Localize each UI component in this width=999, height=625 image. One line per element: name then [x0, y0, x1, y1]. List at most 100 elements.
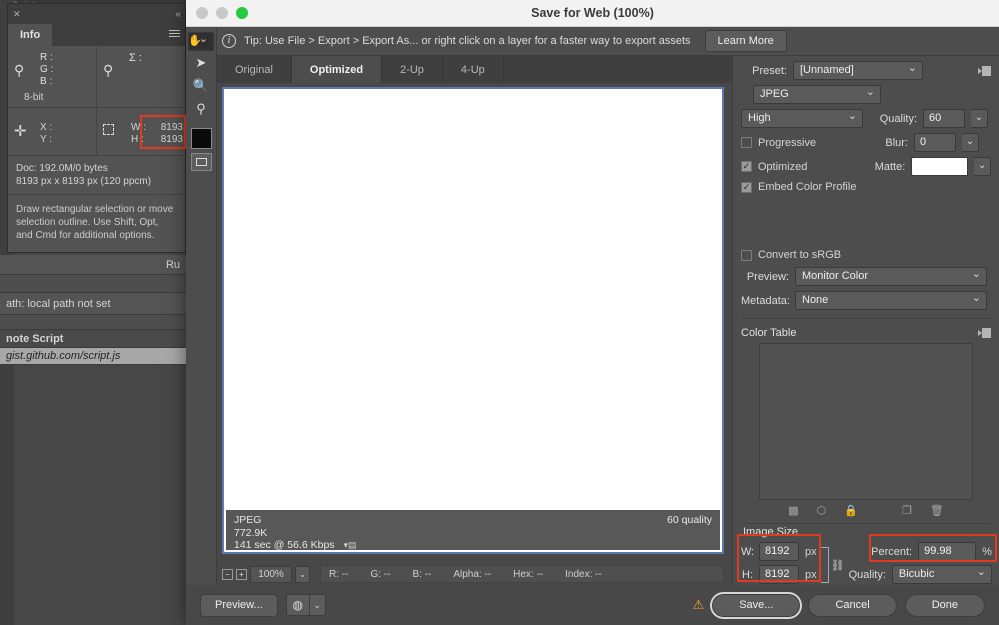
- preview-button[interactable]: Preview...: [200, 594, 278, 617]
- preset-flyout-menu-icon[interactable]: [978, 66, 991, 76]
- info-rgb-cell: ⚲ R : G : B : 8-bit: [8, 46, 96, 107]
- tab-optimized[interactable]: Optimized: [292, 56, 382, 83]
- quality-label: Quality:: [869, 113, 917, 125]
- image-preview-canvas[interactable]: JPEG 772.9K 141 sec @ 56.6 Kbps ▾▤ 60 qu…: [222, 87, 724, 554]
- metadata-dropdown[interactable]: None: [795, 291, 987, 310]
- info-secondary-cell: ⚲ Σ :: [96, 46, 185, 107]
- color-table-flyout-menu-icon[interactable]: [978, 328, 991, 338]
- collapse-chevrons-icon[interactable]: «: [175, 9, 180, 20]
- matte-color-swatch[interactable]: [911, 157, 968, 176]
- constrain-bracket: [821, 547, 829, 583]
- optimized-row: ✓ Optimized Matte: ⌄: [741, 157, 991, 176]
- height-label: H:: [741, 569, 753, 581]
- color-table-title: Color Table: [741, 327, 796, 339]
- compression-row: High Quality: 60 ⌄: [741, 109, 991, 128]
- preset-dropdown[interactable]: [Unnamed]: [793, 61, 923, 80]
- eyedropper-icon: ⚲: [103, 62, 113, 79]
- eyedropper-tool[interactable]: ⚲: [190, 98, 213, 120]
- panel-menu-icon[interactable]: [169, 30, 180, 39]
- settings-divider: [741, 318, 991, 319]
- preview-area: JPEG 772.9K 141 sec @ 56.6 Kbps ▾▤ 60 qu…: [222, 87, 724, 554]
- color-table-toolbar: ▩ ⬡ 🔒 ❐ 🗑: [741, 500, 991, 519]
- dialog-titlebar: Save for Web (100%): [186, 0, 999, 27]
- trash-icon[interactable]: 🗑: [930, 504, 944, 517]
- save-button[interactable]: Save...: [712, 594, 800, 617]
- optimized-checkbox[interactable]: ✓: [741, 161, 752, 172]
- cube-icon[interactable]: ⬡: [817, 504, 827, 517]
- slice-select-tool[interactable]: ➤: [190, 52, 213, 74]
- browser-preview-icon[interactable]: ◍: [286, 594, 310, 616]
- close-icon[interactable]: ✕: [13, 9, 21, 20]
- info-doc-line1: Doc: 192.0M/0 bytes: [16, 162, 177, 175]
- info-wh-cell: W : H : 8193 8193: [96, 108, 185, 155]
- web-snap-icon[interactable]: ▩: [788, 504, 798, 517]
- info-circle-icon: i: [222, 34, 236, 48]
- info-panel-titlebar: ✕ «: [8, 4, 185, 24]
- width-unit: px: [805, 546, 817, 558]
- file-format-dropdown[interactable]: JPEG: [753, 85, 881, 104]
- progressive-label: Progressive: [758, 137, 866, 149]
- overlay-menu-icon[interactable]: ▾▤: [343, 539, 356, 552]
- image-size-title: Image Size: [743, 526, 991, 538]
- tip-text: Tip: Use File > Export > Export As... or…: [244, 35, 691, 47]
- height-row: H: 8192 px: [741, 565, 817, 584]
- matte-stepper-icon[interactable]: ⌄: [974, 157, 991, 176]
- tab-2up[interactable]: 2-Up: [382, 56, 443, 83]
- progressive-checkbox[interactable]: ✓: [741, 137, 752, 148]
- percent-input[interactable]: 99.98: [918, 542, 976, 561]
- info-panel-tabs: Info: [8, 24, 185, 46]
- tab-4up[interactable]: 4-Up: [443, 56, 504, 83]
- tab-original[interactable]: Original: [217, 56, 292, 83]
- quality-stepper-icon[interactable]: ⌄: [971, 109, 988, 128]
- info-w-value: 8193: [149, 122, 183, 134]
- color-readouts: R: -- G: -- B: -- Alpha: -- Hex: -- Inde…: [320, 565, 724, 583]
- done-button[interactable]: Done: [905, 594, 985, 617]
- metadata-label: Metadata:: [741, 295, 789, 307]
- dialog-footer: Preview... ◍ ⌄ ⚠ Save... Cancel Done: [186, 585, 999, 625]
- readout-index: Index: --: [565, 569, 602, 580]
- info-coords-readout: ✛ X : Y : W : H : 8193 8193: [8, 108, 185, 156]
- chevron-down-icon[interactable]: ⌄: [310, 594, 326, 616]
- new-color-icon[interactable]: ❐: [902, 504, 912, 517]
- matte-label: Matte:: [870, 161, 905, 173]
- convert-to-srgb-checkbox[interactable]: ✓: [741, 250, 752, 261]
- toggle-slices-visibility-tool[interactable]: [191, 153, 212, 171]
- readout-b: B: --: [412, 569, 431, 580]
- foreground-color-swatch[interactable]: [191, 128, 212, 149]
- blur-stepper-icon[interactable]: ⌄: [962, 133, 979, 152]
- hand-tool[interactable]: ✋: [188, 32, 214, 51]
- cancel-button[interactable]: Cancel: [808, 594, 896, 617]
- embed-profile-row: ✓ Embed Color Profile: [741, 181, 991, 193]
- optimization-info-overlay[interactable]: JPEG 772.9K 141 sec @ 56.6 Kbps ▾▤ 60 qu…: [226, 510, 720, 550]
- color-table-swatches[interactable]: [759, 343, 973, 500]
- info-h-value: 8193: [149, 134, 183, 146]
- zoom-level-value[interactable]: 100%: [250, 566, 292, 583]
- lock-icon[interactable]: 🔒: [844, 504, 858, 517]
- readout-hex: Hex: --: [513, 569, 543, 580]
- height-unit: px: [805, 569, 817, 581]
- zoom-tool[interactable]: 🔍: [190, 75, 213, 97]
- link-chain-icon[interactable]: ⛓: [831, 559, 845, 572]
- info-y-label: Y :: [40, 134, 96, 146]
- preview-color-dropdown[interactable]: Monitor Color: [795, 267, 987, 286]
- zoom-in-button[interactable]: +: [236, 569, 247, 580]
- zoom-controls: − + 100% ⌄: [222, 566, 310, 583]
- width-row: W: 8192 px: [741, 542, 817, 561]
- chevron-down-icon[interactable]: ⌄: [295, 566, 310, 583]
- browser-preview-selector: ◍ ⌄: [286, 594, 326, 616]
- convert-srgb-row: ✓ Convert to sRGB: [741, 249, 991, 261]
- width-input[interactable]: 8192: [759, 542, 799, 561]
- resample-method-dropdown[interactable]: Bicubic: [892, 565, 992, 584]
- learn-more-button[interactable]: Learn More: [705, 30, 787, 52]
- preview-row: Preview: Monitor Color: [741, 267, 991, 286]
- embed-color-profile-checkbox[interactable]: ✓: [741, 182, 752, 193]
- quality-input[interactable]: 60: [923, 109, 965, 128]
- tab-info[interactable]: Info: [8, 24, 52, 46]
- metadata-row: Metadata: None: [741, 291, 991, 310]
- blur-input[interactable]: 0: [914, 133, 956, 152]
- background-script-url-field[interactable]: gist.github.com/script.js: [0, 348, 186, 365]
- compression-quality-dropdown[interactable]: High: [741, 109, 863, 128]
- zoom-out-button[interactable]: −: [222, 569, 233, 580]
- height-input[interactable]: 8192: [759, 565, 799, 584]
- preview-label: Preview:: [741, 271, 789, 283]
